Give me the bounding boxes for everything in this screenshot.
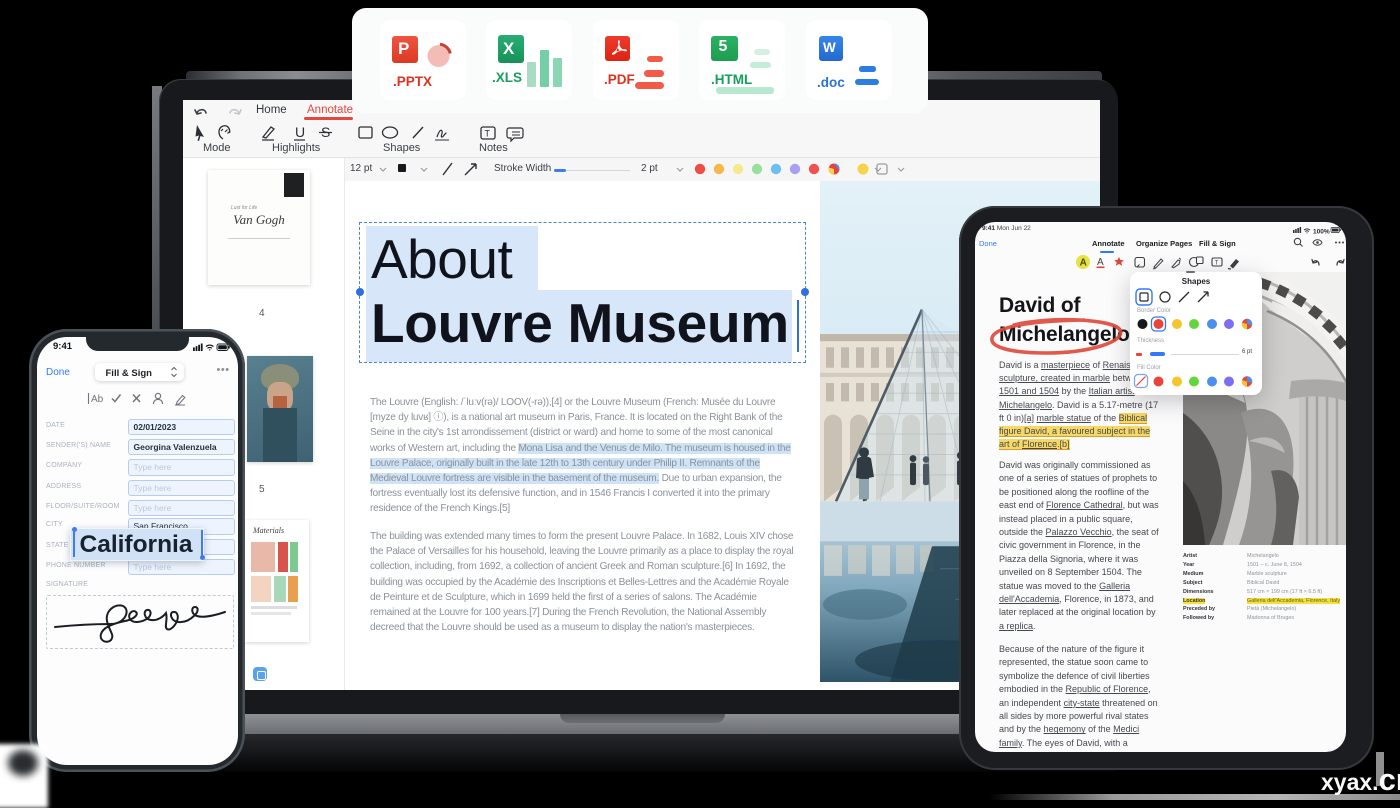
svg-text:U: U (295, 124, 305, 140)
svg-text:T: T (485, 129, 491, 139)
svg-text:A: A (1080, 258, 1087, 269)
svg-text:T: T (1215, 261, 1219, 267)
svg-text:100%: 100% (1313, 228, 1330, 234)
svg-text:Ab: Ab (91, 394, 104, 405)
svg-text:A: A (1097, 257, 1104, 268)
